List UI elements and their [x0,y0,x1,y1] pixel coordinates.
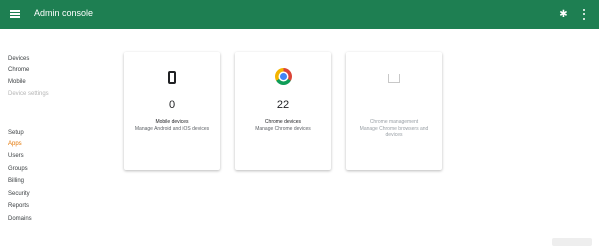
card-chrome-devices[interactable]: 22 Chrome devices Manage Chrome devices [235,52,331,170]
app-title: Admin console [34,8,94,18]
sidebar: Devices Chrome Mobile Device settings Se… [0,29,120,243]
sidebar-item-billing[interactable]: Billing [8,177,24,185]
sidebar-item-reports[interactable]: Reports [8,202,29,210]
card-count: 0 [168,99,176,111]
card-description: Manage Chrome browsers and devices [359,126,429,138]
chrome-icon [274,68,292,85]
card-label: Mobile devices [155,119,189,125]
sidebar-item-device-settings[interactable]: Device settings [8,90,49,98]
sidebar-item-mobile[interactable]: Mobile [8,78,26,86]
card-label: Chrome devices [264,119,302,125]
card-description: Manage Chrome devices [255,126,311,132]
sidebar-section-setup: Setup [8,130,24,136]
tablet-icon [388,74,400,83]
sidebar-item-apps[interactable]: Apps [8,140,22,148]
phone-icon [168,71,176,84]
card-description: Manage Android and iOS devices [134,126,210,132]
top-app-bar: Admin console ✱ [0,0,599,29]
sidebar-item-devices[interactable]: Devices [8,55,29,63]
card-label: Chrome management [369,119,419,125]
sidebar-item-groups[interactable]: Groups [8,165,28,173]
settings-icon[interactable]: ✱ [558,9,569,20]
sidebar-item-chrome[interactable]: Chrome [8,66,29,74]
card-mobile-devices[interactable]: 0 Mobile devices Manage Android and iOS … [124,52,220,170]
sidebar-item-domains[interactable]: Domains [8,215,32,223]
card-chrome-management[interactable]: Chrome management Manage Chrome browsers… [346,52,442,170]
card-count: 22 [276,99,290,111]
sidebar-item-users[interactable]: Users [8,152,24,160]
menu-icon[interactable] [10,10,20,18]
footer-chip [552,238,592,246]
sidebar-item-security[interactable]: Security [8,190,30,198]
more-options-icon[interactable] [582,8,586,21]
